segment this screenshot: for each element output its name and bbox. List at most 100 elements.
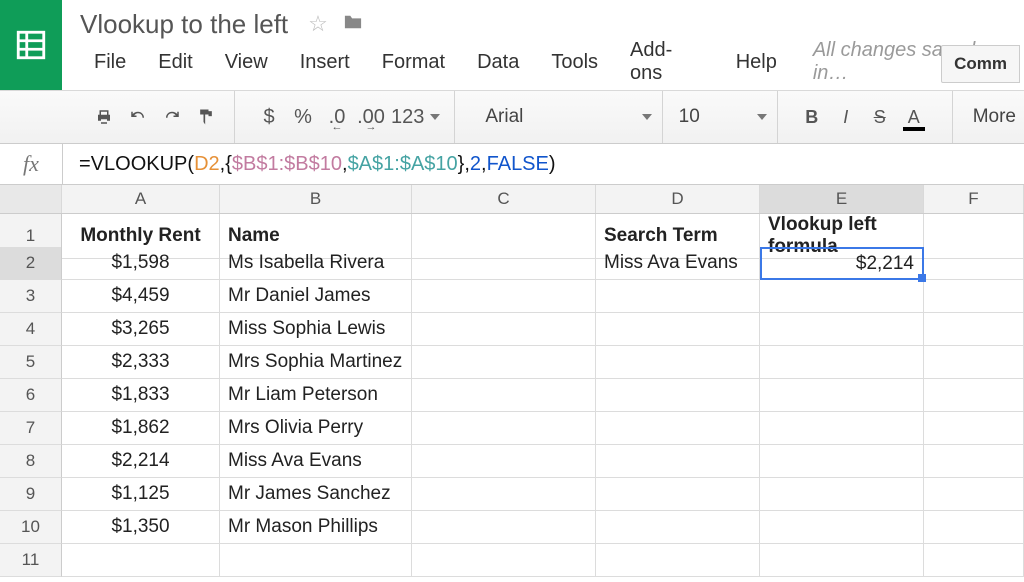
row-header[interactable]: 5 (0, 346, 62, 379)
column-header-C[interactable]: C (412, 185, 596, 213)
cell-B8[interactable]: Miss Ava Evans (220, 445, 412, 478)
comments-button[interactable]: Comm (941, 45, 1020, 83)
redo-icon[interactable] (158, 103, 186, 131)
row-header[interactable]: 10 (0, 511, 62, 544)
menu-data[interactable]: Data (463, 42, 533, 82)
cell-B3[interactable]: Mr Daniel James (220, 280, 412, 313)
increase-decimal-button[interactable]: .00 → (357, 103, 385, 131)
cell-F3[interactable] (924, 280, 1024, 313)
cell-D5[interactable] (596, 346, 760, 379)
cell-F9[interactable] (924, 478, 1024, 511)
formula-input[interactable]: =VLOOKUP(D2,{$B$1:$B$10,$A$1:$A$10},2,FA… (63, 153, 556, 176)
row-header[interactable]: 2 (0, 247, 62, 280)
print-icon[interactable] (90, 103, 118, 131)
column-header-B[interactable]: B (220, 185, 412, 213)
cell-E2[interactable]: $2,214 (760, 247, 924, 280)
sheets-logo[interactable] (0, 0, 62, 90)
cell-B9[interactable]: Mr James Sanchez (220, 478, 412, 511)
paint-format-icon[interactable] (192, 103, 220, 131)
cell-B2[interactable]: Ms Isabella Rivera (220, 247, 412, 280)
menu-edit[interactable]: Edit (144, 42, 206, 82)
cell-A9[interactable]: $1,125 (62, 478, 220, 511)
cell-D8[interactable] (596, 445, 760, 478)
cell-A6[interactable]: $1,833 (62, 379, 220, 412)
row-header[interactable]: 6 (0, 379, 62, 412)
cell-B10[interactable]: Mr Mason Phillips (220, 511, 412, 544)
cell-E5[interactable] (760, 346, 924, 379)
cell-E6[interactable] (760, 379, 924, 412)
cell-A7[interactable]: $1,862 (62, 412, 220, 445)
row-header[interactable]: 11 (0, 544, 62, 577)
bold-button[interactable]: B (798, 103, 826, 131)
format-percent-button[interactable]: % (289, 103, 317, 131)
column-header-D[interactable]: D (596, 185, 760, 213)
cell-E7[interactable] (760, 412, 924, 445)
menu-insert[interactable]: Insert (286, 42, 364, 82)
cell-F11[interactable] (924, 544, 1024, 577)
menu-help[interactable]: Help (722, 42, 791, 82)
cell-C9[interactable] (412, 478, 596, 511)
cell-F6[interactable] (924, 379, 1024, 412)
cell-F2[interactable] (924, 247, 1024, 280)
cell-F8[interactable] (924, 445, 1024, 478)
cell-D11[interactable] (596, 544, 760, 577)
column-header-E[interactable]: E (760, 185, 924, 213)
cell-A11[interactable] (62, 544, 220, 577)
number-format-dropdown[interactable]: 123 (391, 103, 440, 131)
cell-D7[interactable] (596, 412, 760, 445)
cell-B5[interactable]: Mrs Sophia Martinez (220, 346, 412, 379)
cell-A10[interactable]: $1,350 (62, 511, 220, 544)
cell-D9[interactable] (596, 478, 760, 511)
cell-C4[interactable] (412, 313, 596, 346)
cell-E11[interactable] (760, 544, 924, 577)
column-header-F[interactable]: F (924, 185, 1024, 213)
cell-C5[interactable] (412, 346, 596, 379)
cell-D3[interactable] (596, 280, 760, 313)
cell-D10[interactable] (596, 511, 760, 544)
cell-F7[interactable] (924, 412, 1024, 445)
cell-E10[interactable] (760, 511, 924, 544)
row-header[interactable]: 7 (0, 412, 62, 445)
cell-B7[interactable]: Mrs Olivia Perry (220, 412, 412, 445)
cell-D2[interactable]: Miss Ava Evans (596, 247, 760, 280)
row-header[interactable]: 4 (0, 313, 62, 346)
cell-F10[interactable] (924, 511, 1024, 544)
cell-E4[interactable] (760, 313, 924, 346)
undo-icon[interactable] (124, 103, 152, 131)
cell-C7[interactable] (412, 412, 596, 445)
column-header-A[interactable]: A (62, 185, 220, 213)
cell-B11[interactable] (220, 544, 412, 577)
cell-A4[interactable]: $3,265 (62, 313, 220, 346)
row-header[interactable]: 3 (0, 280, 62, 313)
font-size-dropdown[interactable]: 10 (669, 91, 778, 143)
menu-view[interactable]: View (211, 42, 282, 82)
cell-C11[interactable] (412, 544, 596, 577)
star-icon[interactable]: ☆ (308, 11, 328, 37)
font-family-dropdown[interactable]: Arial (475, 91, 662, 143)
cell-E8[interactable] (760, 445, 924, 478)
cell-D4[interactable] (596, 313, 760, 346)
text-color-button[interactable]: A (900, 103, 928, 131)
row-header[interactable]: 8 (0, 445, 62, 478)
decrease-decimal-button[interactable]: .0 ← (323, 103, 351, 131)
menu-addons[interactable]: Add-ons (616, 42, 718, 82)
strikethrough-button[interactable]: S (866, 103, 894, 131)
cell-C10[interactable] (412, 511, 596, 544)
cell-A2[interactable]: $1,598 (62, 247, 220, 280)
cell-C6[interactable] (412, 379, 596, 412)
row-header[interactable]: 9 (0, 478, 62, 511)
cell-B6[interactable]: Mr Liam Peterson (220, 379, 412, 412)
cell-C8[interactable] (412, 445, 596, 478)
cell-F4[interactable] (924, 313, 1024, 346)
cell-C2[interactable] (412, 247, 596, 280)
toolbar-more-dropdown[interactable]: More (973, 106, 1024, 128)
cell-F5[interactable] (924, 346, 1024, 379)
cell-A5[interactable]: $2,333 (62, 346, 220, 379)
cell-A3[interactable]: $4,459 (62, 280, 220, 313)
menu-format[interactable]: Format (368, 42, 459, 82)
select-all-corner[interactable] (0, 185, 62, 213)
cell-B4[interactable]: Miss Sophia Lewis (220, 313, 412, 346)
cell-E9[interactable] (760, 478, 924, 511)
cell-A8[interactable]: $2,214 (62, 445, 220, 478)
format-currency-button[interactable]: $ (255, 103, 283, 131)
